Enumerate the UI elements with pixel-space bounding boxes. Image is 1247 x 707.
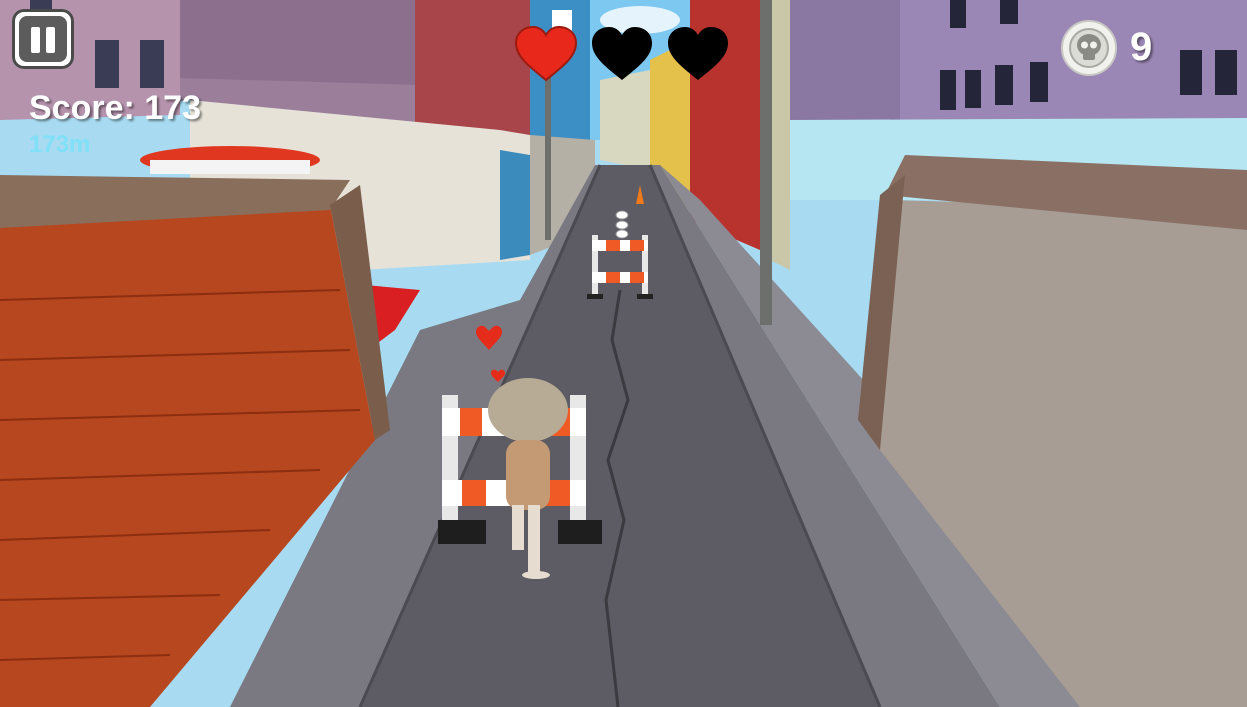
pause-bar	[31, 27, 40, 53]
score-label: Score: 173	[29, 89, 201, 127]
pause-bar	[46, 27, 55, 53]
skull-coin-icon	[1061, 20, 1117, 76]
coin-count: 9	[1130, 25, 1153, 69]
pause-button[interactable]	[12, 9, 74, 69]
distance-label: 173m	[29, 131, 91, 158]
heart-full-icon	[514, 26, 578, 82]
heart-empty-icon	[668, 27, 728, 80]
heart-empty-icon	[592, 27, 652, 80]
lives-indicator	[514, 26, 728, 82]
pause-icon	[19, 16, 67, 62]
